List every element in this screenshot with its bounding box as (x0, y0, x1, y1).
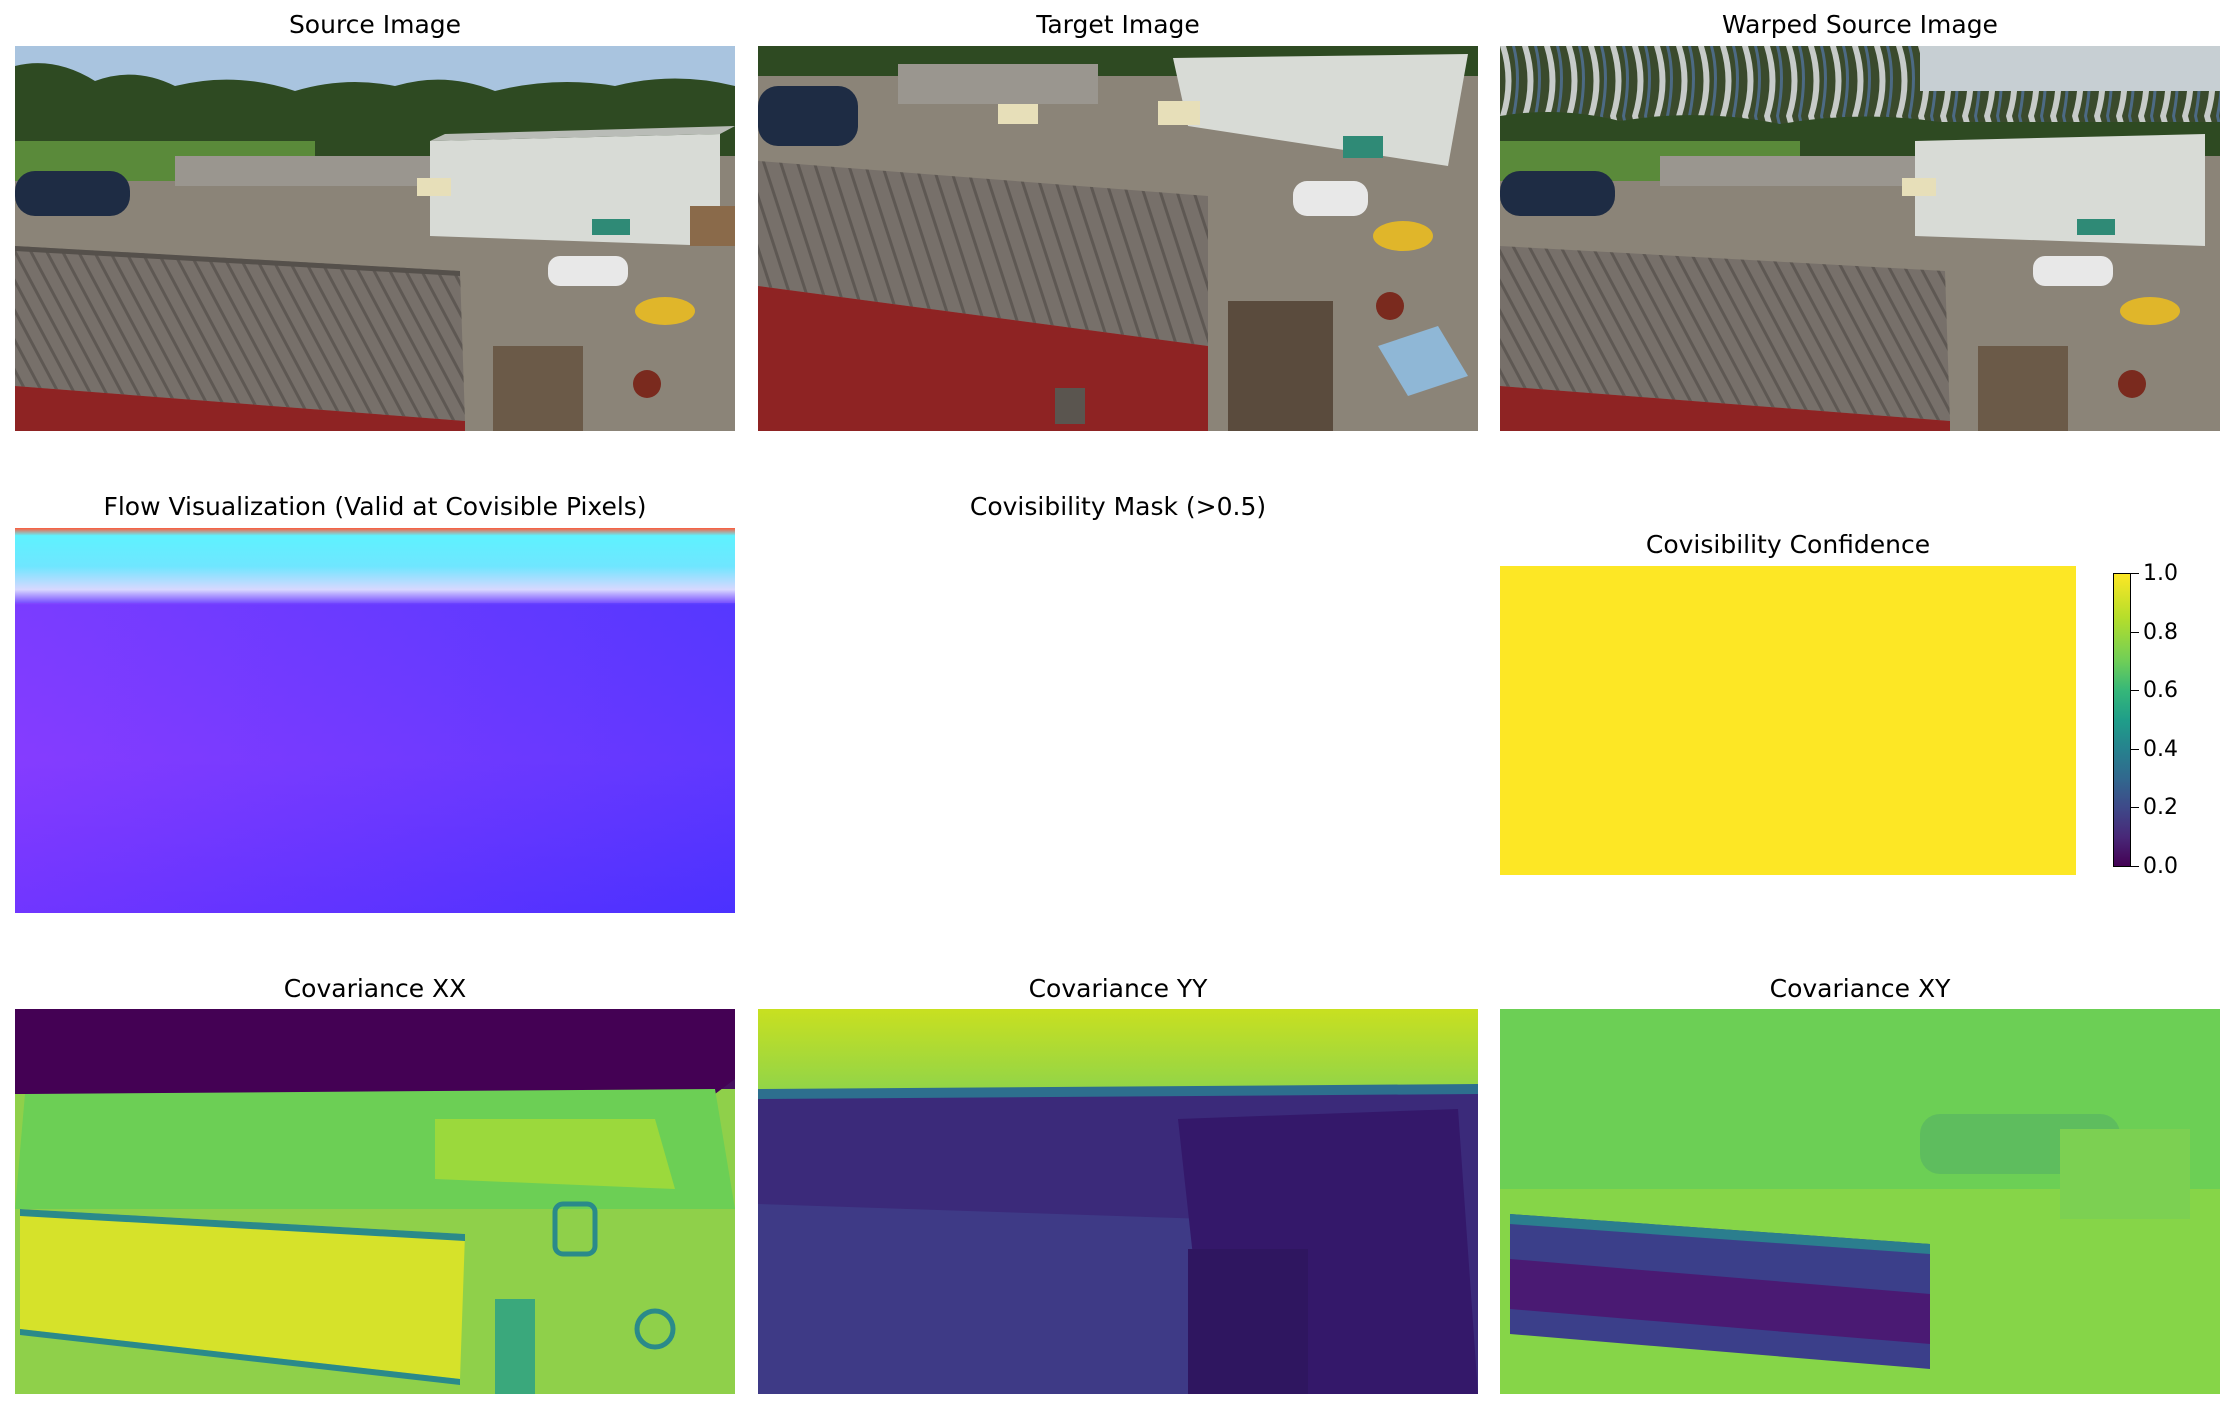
colorbar-tick (2131, 573, 2139, 574)
confidence-colorbar (2113, 573, 2131, 867)
colorbar-tick (2131, 807, 2139, 808)
warped-image-title: Warped Source Image (1722, 10, 1998, 39)
colorbar-tick-label: 0.6 (2143, 678, 2178, 703)
covxy-title: Covariance XY (1769, 974, 1951, 1003)
confidence-title: Covisibility Confidence (1645, 530, 1931, 559)
covxx-title: Covariance XX (283, 974, 467, 1003)
covyy-title: Covariance YY (1028, 974, 1208, 1003)
covariance-xy-map (1500, 1009, 2220, 1394)
target-image (758, 46, 1478, 431)
covisibility-mask (758, 528, 1478, 913)
colorbar-tick-label: 0.8 (2143, 620, 2178, 645)
colorbar-tick (2131, 749, 2139, 750)
mask-title: Covisibility Mask (>0.5) (969, 492, 1267, 521)
colorbar-tick-label: 1.0 (2143, 561, 2178, 586)
colorbar-tick-label: 0.0 (2143, 854, 2178, 879)
colorbar-tick-label: 0.4 (2143, 737, 2178, 762)
colorbar-tick (2131, 690, 2139, 691)
source-image (15, 46, 735, 431)
target-image-title: Target Image (1036, 10, 1200, 39)
flow-visualization (15, 528, 735, 913)
covariance-yy-map (758, 1009, 1478, 1394)
warped-source-image (1500, 46, 2220, 431)
colorbar-tick (2131, 632, 2139, 633)
colorbar-tick (2131, 866, 2139, 867)
flow-title: Flow Visualization (Valid at Covisible P… (103, 492, 647, 521)
covariance-xx-map (15, 1009, 735, 1394)
colorbar-tick-label: 0.2 (2143, 795, 2178, 820)
source-image-title: Source Image (288, 10, 462, 39)
covisibility-confidence (1500, 566, 2076, 875)
